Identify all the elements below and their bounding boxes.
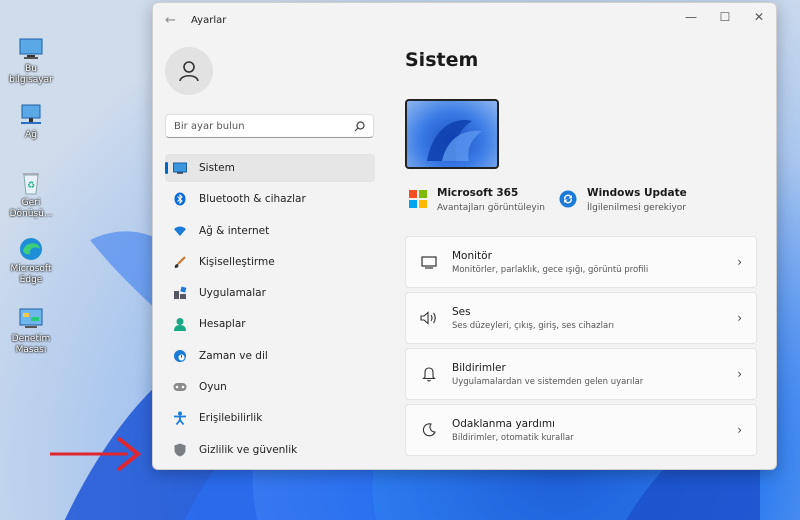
card-subtitle: Bildirimler, otomatik kurallar [452, 432, 574, 443]
desktop-icon-label: Bu bilgisayar [9, 64, 53, 85]
sidebar-item-label: Sistem [199, 162, 235, 174]
gamepad-icon [173, 380, 187, 394]
sidebar-item-label: Hesaplar [199, 318, 246, 331]
back-arrow-icon[interactable]: ← [165, 13, 187, 28]
edge-icon [18, 236, 44, 262]
search-placeholder: Bir ayar bulun [174, 120, 245, 132]
chevron-right-icon: › [737, 311, 742, 325]
window-controls: — ☐ ✕ [674, 3, 776, 31]
globe-clock-icon [173, 349, 187, 363]
search-input[interactable]: Bir ayar bulun [165, 114, 374, 138]
card-focus-assist[interactable]: Odaklanma yardımı Bildirimler, otomatik … [405, 404, 757, 456]
page-title: Sistem [405, 49, 479, 71]
desktop-icon-network[interactable]: Ağ [4, 102, 58, 141]
person-icon [179, 61, 199, 82]
card-subtitle: Monitörler, parlaklık, gece ışığı, görün… [452, 264, 649, 275]
settings-window: ← Ayarlar — ☐ ✕ Bir ayar bulun Sistem Bl… [152, 2, 777, 470]
chevron-right-icon: › [737, 255, 742, 269]
card-title: Bildirimler [452, 361, 506, 374]
card-title: Monitör [452, 249, 492, 262]
sidebar-item-label: Gizlilik ve güvenlik [199, 443, 298, 456]
sidebar-item-label: Ağ & internet [199, 224, 270, 237]
update-icon [559, 190, 577, 208]
sidebar-item-privacy-security[interactable]: Gizlilik ve güvenlik [165, 436, 375, 464]
desktop-icon-edge[interactable]: Microsoft Edge [4, 236, 58, 286]
microsoft-logo-icon [409, 190, 427, 208]
chevron-right-icon: › [737, 423, 742, 437]
card-title: Ses [452, 305, 471, 318]
desktop-icon-this-pc[interactable]: Bu bilgisayar [4, 36, 58, 86]
display-icon [420, 253, 438, 271]
desktop-icon-label: Ağ [25, 130, 37, 140]
chevron-right-icon: › [737, 367, 742, 381]
device-preview-image [405, 99, 499, 169]
sidebar: Bir ayar bulun Sistem Bluetooth & cihazl… [153, 37, 383, 469]
monitor-icon [173, 161, 187, 175]
sidebar-item-label: Zaman ve dil [199, 349, 268, 362]
avatar[interactable] [165, 47, 213, 95]
svg-text:♻: ♻ [27, 181, 35, 191]
recycle-bin-icon: ♻ [18, 170, 44, 196]
desktop-icon-recycle-bin[interactable]: ♻ Geri Dönüşü... [4, 170, 58, 220]
sidebar-item-time-language[interactable]: Zaman ve dil [165, 342, 375, 370]
sidebar-item-label: Kişiselleştirme [199, 255, 275, 268]
quick-link-windows-update[interactable]: Windows Update İlgilenilmesi gerekiyor [559, 187, 687, 213]
brush-icon [173, 255, 187, 269]
moon-icon [420, 421, 438, 439]
sidebar-item-personalization[interactable]: Kişiselleştirme [165, 248, 375, 276]
sidebar-nav: Sistem Bluetooth & cihazlar Ağ & interne… [165, 154, 375, 467]
sidebar-item-label: Bluetooth & cihazlar [199, 193, 306, 206]
sidebar-item-label: Oyun [199, 381, 227, 394]
sidebar-item-network[interactable]: Ağ & internet [165, 217, 375, 245]
settings-card-list: Monitör Monitörler, parlaklık, gece ışığ… [405, 236, 757, 460]
card-sound[interactable]: Ses Ses düzeyleri, çıkış, giriş, ses cih… [405, 292, 757, 344]
sidebar-item-label: Erişilebilirlik [199, 412, 263, 425]
card-display[interactable]: Monitör Monitörler, parlaklık, gece ışığ… [405, 236, 757, 288]
speaker-icon [420, 309, 438, 327]
annotation-arrow-icon [50, 436, 142, 472]
control-panel-icon [18, 306, 44, 332]
network-icon [18, 102, 44, 128]
computer-icon [18, 36, 44, 62]
bluetooth-icon [173, 192, 187, 206]
sidebar-item-gaming[interactable]: Oyun [165, 373, 375, 401]
close-button[interactable]: ✕ [742, 3, 776, 31]
sidebar-item-accounts[interactable]: Hesaplar [165, 310, 375, 338]
wifi-icon [173, 224, 187, 238]
sidebar-item-label: Uygulamalar [199, 287, 266, 300]
sidebar-item-bluetooth[interactable]: Bluetooth & cihazlar [165, 185, 375, 213]
search-icon [354, 120, 365, 131]
quick-link-title: Windows Update [587, 187, 687, 199]
card-notifications[interactable]: Bildirimler Uygulamalardan ve sistemden … [405, 348, 757, 400]
shield-icon [173, 443, 187, 457]
minimize-button[interactable]: — [674, 3, 708, 31]
quick-link-title: Microsoft 365 [437, 187, 519, 199]
accessibility-icon [173, 411, 187, 426]
person-icon [173, 317, 187, 332]
sidebar-item-accessibility[interactable]: Erişilebilirlik [165, 404, 375, 432]
maximize-button[interactable]: ☐ [708, 3, 742, 31]
desktop-icon-label: Denetim Masası [11, 334, 51, 355]
apps-icon [173, 286, 187, 300]
quick-link-microsoft-365[interactable]: Microsoft 365 Avantajları görüntüleyin [409, 187, 545, 213]
card-subtitle: Uygulamalardan ve sistemden gelen uyarıl… [452, 376, 644, 387]
window-title: Ayarlar [191, 14, 227, 26]
card-title: Odaklanma yardımı [452, 417, 555, 430]
sidebar-item-apps[interactable]: Uygulamalar [165, 279, 375, 307]
bell-icon [420, 365, 438, 383]
desktop-icon-label: Microsoft Edge [10, 264, 52, 285]
card-subtitle: Ses düzeyleri, çıkış, giriş, ses cihazla… [452, 320, 615, 331]
quick-link-subtitle: İlgilenilmesi gerekiyor [587, 203, 686, 213]
desktop-icon-label: Geri Dönüşü... [9, 198, 53, 219]
desktop-icon-control-panel[interactable]: Denetim Masası [4, 306, 58, 356]
main-content: Sistem Microsoft 365 Avantajları görüntü… [405, 37, 765, 469]
quick-link-subtitle: Avantajları görüntüleyin [437, 203, 545, 213]
sidebar-item-system[interactable]: Sistem [165, 154, 375, 182]
